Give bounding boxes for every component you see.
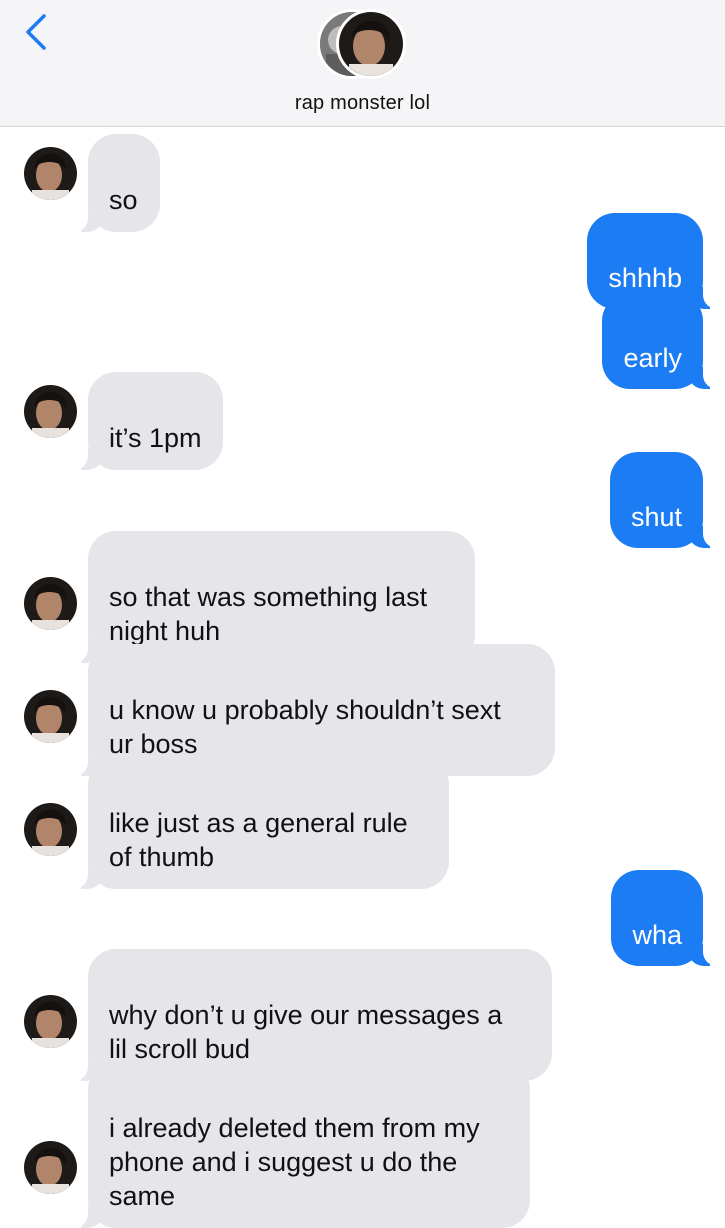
- message-text: so: [109, 185, 138, 215]
- sender-avatar[interactable]: [24, 1141, 77, 1194]
- message-text: shhhb: [608, 263, 682, 293]
- sender-avatar[interactable]: [24, 690, 77, 743]
- message-text: wha: [632, 920, 682, 950]
- back-button[interactable]: [22, 12, 52, 52]
- sender-avatar[interactable]: [24, 385, 77, 438]
- message-text: early: [623, 343, 682, 373]
- sender-avatar[interactable]: [24, 577, 77, 630]
- message-text: why don’t u give our messages a lil scro…: [109, 1000, 503, 1064]
- sender-avatar[interactable]: [24, 147, 77, 200]
- message-text: like just as a general rule of thumb: [109, 808, 408, 872]
- incoming-message-bubble[interactable]: i already deleted them from my phone and…: [67, 1062, 530, 1228]
- outgoing-message-bubble[interactable]: shut: [609, 452, 724, 548]
- outgoing-message-bubble[interactable]: wha: [611, 870, 724, 966]
- contact-avatar[interactable]: [336, 9, 406, 79]
- message-text: i already deleted them from my phone and…: [109, 1113, 480, 1211]
- message-text: it’s 1pm: [109, 423, 202, 453]
- message-text: so that was something last night huh: [109, 582, 428, 646]
- contact-name[interactable]: rap monster lol: [0, 92, 725, 115]
- sender-avatar[interactable]: [24, 995, 77, 1048]
- message-text: shut: [630, 502, 682, 532]
- incoming-message-bubble[interactable]: like just as a general rule of thumb: [67, 757, 449, 889]
- message-text: u know u probably shouldn’t sext ur boss: [109, 695, 501, 759]
- conversation-header: rap monster lol: [0, 0, 725, 127]
- outgoing-message-bubble[interactable]: early: [602, 293, 724, 389]
- chevron-left-icon: [26, 14, 46, 50]
- sender-avatar[interactable]: [24, 803, 77, 856]
- incoming-message-bubble[interactable]: it’s 1pm: [67, 372, 223, 470]
- incoming-message-bubble[interactable]: so: [67, 134, 160, 232]
